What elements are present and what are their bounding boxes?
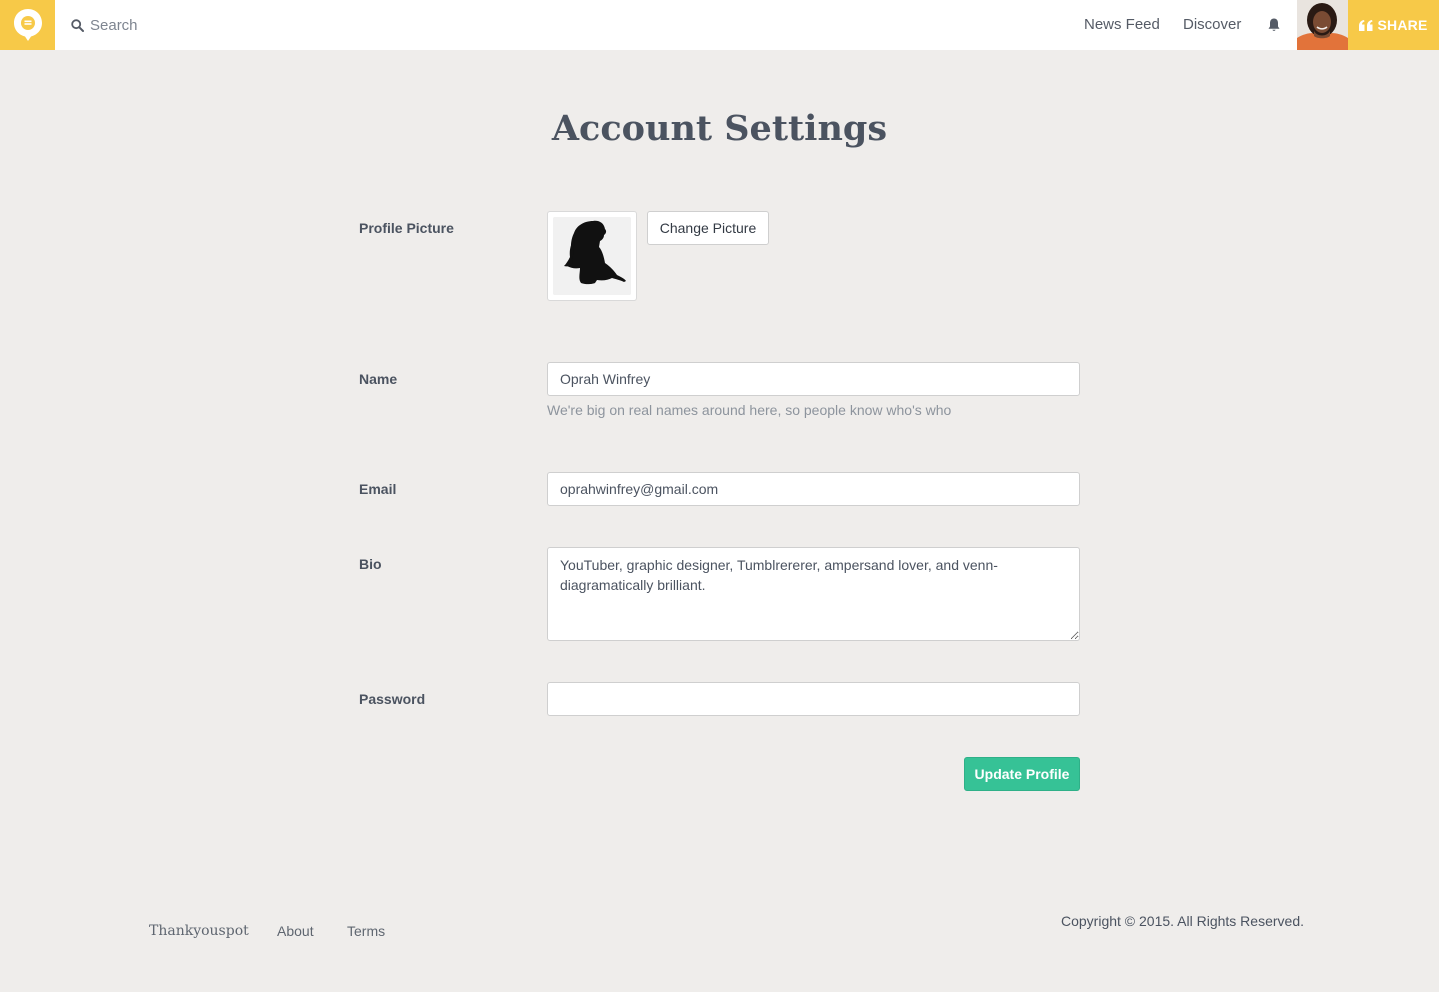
search-bar (71, 0, 290, 50)
profile-picture-label: Profile Picture (359, 220, 454, 236)
name-input[interactable] (547, 362, 1080, 396)
search-icon (71, 18, 84, 32)
footer-link-thankyouspot[interactable]: Thankyouspot (149, 923, 249, 939)
bell-icon[interactable] (1266, 17, 1282, 33)
share-label: SHARE (1377, 17, 1428, 33)
profile-picture (547, 211, 637, 301)
avatar-image (1297, 0, 1348, 50)
top-navbar: News Feed Discover SHARE (0, 0, 1439, 50)
footer-link-about[interactable]: About (277, 923, 314, 939)
name-help-text: We're big on real names around here, so … (547, 402, 952, 418)
footer-link-terms[interactable]: Terms (347, 923, 385, 939)
profile-silhouette-image (553, 217, 631, 295)
nav-link-discover[interactable]: Discover (1183, 0, 1241, 50)
email-label: Email (359, 481, 397, 497)
bio-label: Bio (359, 556, 382, 572)
logo-icon (13, 9, 42, 41)
quote-icon (1359, 19, 1373, 31)
name-label: Name (359, 371, 398, 387)
copyright-text: Copyright © 2015. All Rights Reserved. (1061, 913, 1304, 929)
share-button[interactable]: SHARE (1348, 0, 1439, 50)
search-input[interactable] (90, 16, 290, 34)
password-input[interactable] (547, 682, 1080, 716)
password-label: Password (359, 691, 426, 707)
bio-textarea[interactable]: YouTuber, graphic designer, Tumblrererer… (547, 547, 1080, 641)
email-input[interactable] (547, 472, 1080, 506)
update-profile-button[interactable]: Update Profile (964, 757, 1080, 791)
app-logo[interactable] (0, 0, 55, 50)
user-avatar[interactable] (1297, 0, 1348, 50)
change-picture-button[interactable]: Change Picture (647, 211, 769, 245)
page-title: Account Settings (551, 108, 888, 149)
nav-link-news-feed[interactable]: News Feed (1084, 0, 1160, 50)
